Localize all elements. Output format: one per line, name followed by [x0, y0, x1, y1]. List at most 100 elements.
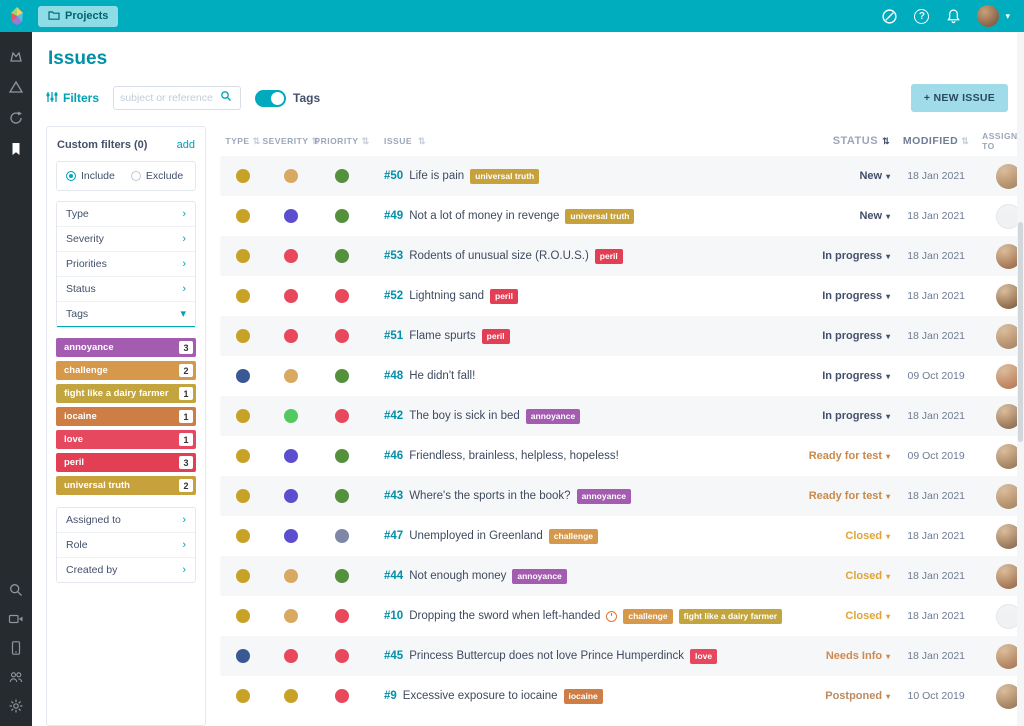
- priority-dot[interactable]: [335, 369, 349, 383]
- status-label[interactable]: Closed: [845, 530, 882, 542]
- severity-dot[interactable]: [284, 609, 298, 623]
- help-icon[interactable]: ?: [913, 8, 930, 25]
- issue-title[interactable]: Not enough money: [409, 570, 506, 582]
- issue-row[interactable]: #43Where's the sports in the book?annoya…: [220, 476, 1024, 516]
- issue-title[interactable]: The boy is sick in bed: [409, 410, 520, 422]
- filter-category[interactable]: Role ›: [57, 533, 195, 558]
- tag-filter[interactable]: challenge 2: [56, 361, 196, 380]
- issue-title[interactable]: Friendless, brainless, helpless, hopeles…: [409, 450, 619, 462]
- issue-ref[interactable]: #42: [384, 410, 403, 422]
- search-input[interactable]: [120, 92, 216, 104]
- issue-ref[interactable]: #45: [384, 650, 403, 662]
- mobile-icon[interactable]: [8, 640, 24, 656]
- type-dot[interactable]: [236, 689, 250, 703]
- issue-title[interactable]: Princess Buttercup does not love Prince …: [409, 650, 684, 662]
- discover-icon[interactable]: [881, 8, 898, 25]
- status-label[interactable]: Closed: [845, 570, 882, 582]
- new-issue-button[interactable]: + NEW ISSUE: [911, 84, 1008, 112]
- issue-ref[interactable]: #53: [384, 250, 403, 262]
- priority-dot[interactable]: [335, 649, 349, 663]
- issue-ref[interactable]: #47: [384, 530, 403, 542]
- severity-dot[interactable]: [284, 209, 298, 223]
- severity-dot[interactable]: [284, 329, 298, 343]
- project-home-icon[interactable]: [8, 48, 24, 64]
- filter-category[interactable]: Priorities ›: [57, 252, 195, 277]
- issue-ref[interactable]: #52: [384, 290, 403, 302]
- issue-row[interactable]: #49Not a lot of money in revengeuniversa…: [220, 196, 1024, 236]
- column-header-status[interactable]: STATUS⇅: [782, 135, 890, 147]
- column-header-priority[interactable]: PRIORITY⇅: [316, 136, 368, 147]
- issue-title[interactable]: Flame spurts: [409, 330, 475, 342]
- issue-row[interactable]: #9Excessive exposure to iocaineiocainePo…: [220, 676, 1024, 716]
- settings-gear-icon[interactable]: [8, 698, 24, 714]
- severity-dot[interactable]: [284, 289, 298, 303]
- filters-button[interactable]: Filters: [46, 91, 99, 106]
- priority-dot[interactable]: [335, 529, 349, 543]
- priority-dot[interactable]: [335, 489, 349, 503]
- issue-row[interactable]: #42The boy is sick in bedannoyanceIn pro…: [220, 396, 1024, 436]
- status-label[interactable]: In progress: [822, 370, 882, 382]
- priority-dot[interactable]: [335, 329, 349, 343]
- projects-button[interactable]: Projects: [38, 6, 118, 27]
- issue-ref[interactable]: #50: [384, 170, 403, 182]
- severity-dot[interactable]: [284, 689, 298, 703]
- issue-title[interactable]: Excessive exposure to iocaine: [403, 690, 558, 702]
- issue-ref[interactable]: #48: [384, 370, 403, 382]
- priority-dot[interactable]: [335, 449, 349, 463]
- sort-icon[interactable]: ⇅: [253, 136, 261, 147]
- priority-dot[interactable]: [335, 609, 349, 623]
- type-dot[interactable]: [236, 449, 250, 463]
- priority-dot[interactable]: [335, 409, 349, 423]
- severity-dot[interactable]: [284, 169, 298, 183]
- issue-row[interactable]: #45 Princess Buttercup does not love Prin…: [220, 636, 1024, 676]
- severity-dot[interactable]: [284, 649, 298, 663]
- status-label[interactable]: New: [859, 170, 882, 182]
- issue-ref[interactable]: #10: [384, 610, 403, 622]
- issue-title[interactable]: Rodents of unusual size (R.O.U.S.): [409, 250, 589, 262]
- issue-ref[interactable]: #49: [384, 210, 403, 222]
- status-label[interactable]: In progress: [822, 410, 882, 422]
- filter-category[interactable]: Tags ▾: [57, 302, 195, 327]
- issue-row[interactable]: #47Unemployed in GreenlandchallengeClose…: [220, 516, 1024, 556]
- issues-icon[interactable]: [8, 141, 24, 157]
- type-dot[interactable]: [236, 169, 250, 183]
- type-dot[interactable]: [236, 609, 250, 623]
- tags-toggle[interactable]: [255, 90, 286, 107]
- priority-dot[interactable]: [335, 209, 349, 223]
- status-label[interactable]: Ready for test: [809, 490, 882, 502]
- tag-filter[interactable]: fight like a dairy farmer 1: [56, 384, 196, 403]
- issue-row[interactable]: #10Dropping the sword when left-handedch…: [220, 596, 1024, 636]
- type-dot[interactable]: [236, 249, 250, 263]
- status-label[interactable]: Closed: [845, 610, 882, 622]
- severity-dot[interactable]: [284, 449, 298, 463]
- filter-category[interactable]: Status ›: [57, 277, 195, 302]
- status-label[interactable]: New: [859, 210, 882, 222]
- tag-filter[interactable]: peril 3: [56, 453, 196, 472]
- issue-ref[interactable]: #44: [384, 570, 403, 582]
- priority-dot[interactable]: [335, 689, 349, 703]
- user-menu-chevron-icon[interactable]: ▾: [1005, 11, 1010, 22]
- type-dot[interactable]: [236, 209, 250, 223]
- issue-row[interactable]: #53Rodents of unusual size (R.O.U.S.)per…: [220, 236, 1024, 276]
- severity-dot[interactable]: [284, 409, 298, 423]
- status-label[interactable]: Postponed: [825, 690, 882, 702]
- priority-dot[interactable]: [335, 569, 349, 583]
- filter-category[interactable]: Created by ›: [57, 558, 195, 582]
- severity-dot[interactable]: [284, 489, 298, 503]
- filter-category[interactable]: Assigned to ›: [57, 508, 195, 533]
- type-dot[interactable]: [236, 569, 250, 583]
- notifications-bell-icon[interactable]: [945, 8, 962, 25]
- severity-dot[interactable]: [284, 529, 298, 543]
- type-dot[interactable]: [236, 529, 250, 543]
- issue-ref[interactable]: #43: [384, 490, 403, 502]
- backlog-icon[interactable]: [8, 79, 24, 95]
- issue-ref[interactable]: #51: [384, 330, 403, 342]
- column-header-modified[interactable]: MODIFIED⇅: [890, 135, 982, 147]
- issue-row[interactable]: #44Not enough moneyannoyanceClosed▾18 Ja…: [220, 556, 1024, 596]
- issue-title[interactable]: He didn't fall!: [409, 370, 475, 382]
- status-label[interactable]: In progress: [822, 290, 882, 302]
- column-header-severity[interactable]: SEVERITY⇅: [266, 136, 316, 147]
- type-dot[interactable]: [236, 369, 250, 383]
- tag-filter[interactable]: universal truth 2: [56, 476, 196, 495]
- status-label[interactable]: Ready for test: [809, 450, 882, 462]
